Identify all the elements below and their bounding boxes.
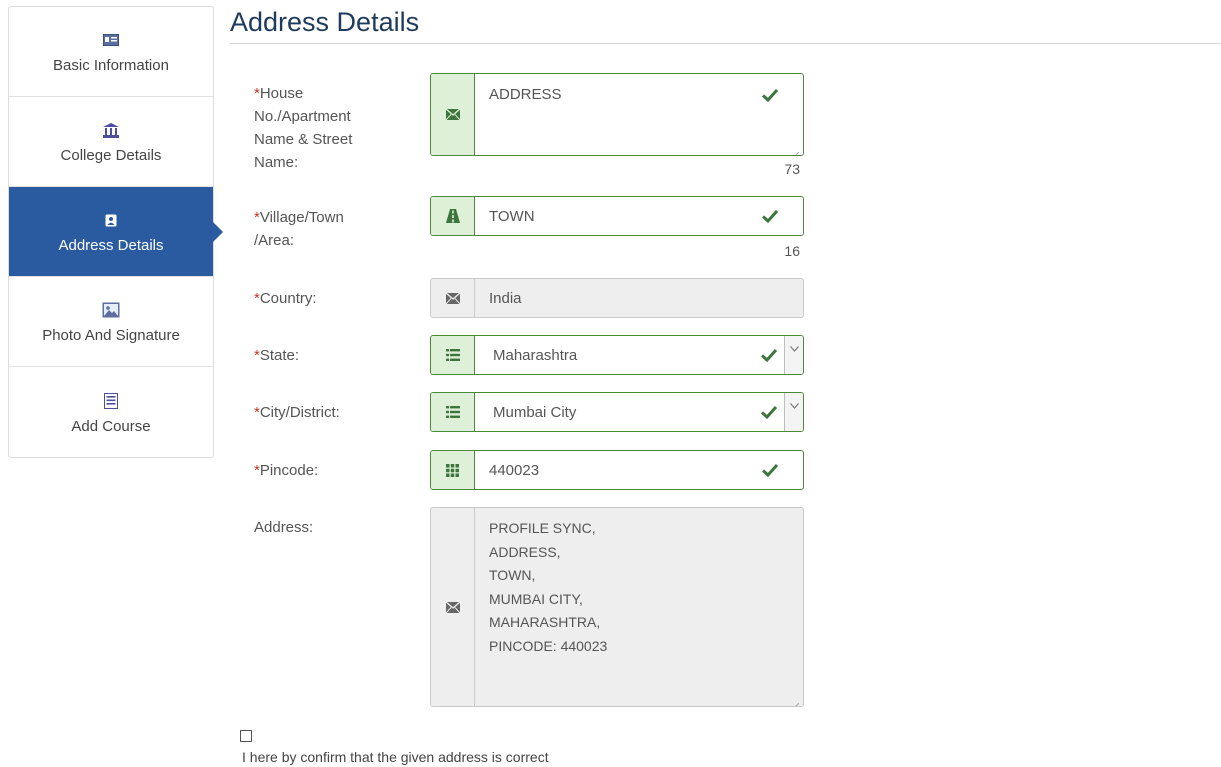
house-field[interactable]: ADDRESS <box>430 73 804 156</box>
check-icon <box>761 461 779 479</box>
list-icon <box>431 336 475 374</box>
sidebar-item-college-details[interactable]: College Details <box>9 97 213 187</box>
state-selected-value: Maharashtra <box>493 346 578 364</box>
village-input[interactable]: TOWN <box>489 208 535 225</box>
check-icon <box>761 86 779 104</box>
resize-handle[interactable] <box>793 145 800 155</box>
pincode-field[interactable]: 440023 <box>430 450 804 490</box>
contact-card-icon <box>105 209 117 231</box>
state-label: *State: <box>254 347 300 364</box>
country-field: India <box>430 278 804 318</box>
resize-handle <box>793 696 800 706</box>
list-icon <box>431 393 475 431</box>
sidebar-item-label: Add Course <box>71 417 151 435</box>
picture-icon <box>102 299 120 321</box>
city-selected-value: Mumbai City <box>493 403 577 421</box>
grid-icon <box>431 451 475 489</box>
pincode-label: *Pincode: <box>254 462 319 479</box>
sidebar-item-label: College Details <box>60 147 162 164</box>
sidebar-item-photo-and-signature[interactable]: Photo And Signature <box>9 277 213 367</box>
sidebar-item-label: Photo And Signature <box>42 327 180 344</box>
envelope-icon <box>431 74 475 155</box>
chevron-down-icon[interactable] <box>784 393 803 431</box>
house-label: *House No./Apartment Name & Street Name: <box>254 85 353 171</box>
sidebar-item-label: Basic Information <box>53 57 169 74</box>
envelope-icon <box>431 508 475 706</box>
road-icon <box>431 197 475 235</box>
check-icon <box>760 346 778 364</box>
main-content: Address Details *House No./Apartment Nam… <box>230 0 1221 707</box>
envelope-icon <box>431 279 475 317</box>
city-label: *City/District: <box>254 404 340 421</box>
sidebar-item-add-course[interactable]: Add Course <box>9 367 213 457</box>
confirm-address-label: I here by confirm that the given address… <box>242 749 549 765</box>
list-icon <box>104 390 118 412</box>
confirm-address-checkbox[interactable] <box>240 730 252 742</box>
page-title: Address Details <box>230 0 1221 44</box>
check-icon <box>760 403 778 421</box>
city-select[interactable]: Mumbai City <box>430 392 804 432</box>
institution-icon <box>103 119 119 141</box>
address-textarea: PROFILE SYNC, ADDRESS, TOWN, MUMBAI CITY… <box>430 507 804 707</box>
pincode-input[interactable]: 440023 <box>489 462 539 479</box>
village-field[interactable]: TOWN <box>430 196 804 236</box>
chevron-down-icon[interactable] <box>784 336 803 374</box>
country-label: *Country: <box>254 290 317 307</box>
sidebar-item-address-details[interactable]: Address Details <box>9 187 223 277</box>
village-label: *Village/Town /Area: <box>254 209 344 249</box>
address-text: PROFILE SYNC, ADDRESS, TOWN, MUMBAI CITY… <box>489 520 608 654</box>
sidebar-nav: Basic Information College Details Addres… <box>8 6 223 458</box>
state-select[interactable]: Maharashtra <box>430 335 804 375</box>
house-input[interactable]: ADDRESS <box>489 86 562 103</box>
id-card-icon <box>103 29 119 51</box>
house-char-counter: 73 <box>784 161 800 177</box>
address-label: Address: <box>254 519 314 536</box>
sidebar-item-label: Address Details <box>58 237 164 254</box>
country-input: India <box>489 289 522 307</box>
village-char-counter: 16 <box>784 243 800 259</box>
check-icon <box>761 207 779 225</box>
sidebar-item-basic-information[interactable]: Basic Information <box>9 7 213 97</box>
